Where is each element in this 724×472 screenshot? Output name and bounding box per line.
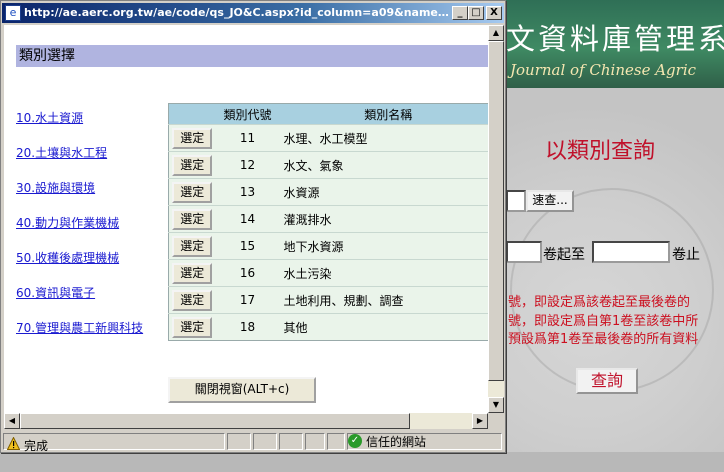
background-bottom-strip [0,452,724,472]
category-code: 14 [215,205,280,233]
column-header: 類別名稱 [279,103,488,125]
vertical-scrollbar[interactable]: ▲ ▼ [488,25,504,413]
select-button[interactable]: 選定 [172,289,213,311]
select-button[interactable]: 選定 [172,316,213,338]
category-link[interactable]: 10.水土資源 [16,109,83,126]
category-code: 15 [215,232,280,260]
status-cell [279,433,303,450]
category-name: 水理、水工模型 [279,124,488,152]
category-link[interactable]: 70.管理與農工新興科技 [16,319,143,336]
window-title: http://ae.aerc.org.tw/ae/code/qs_JO&C.as… [24,6,452,19]
table-row: 選定 17 土地利用、規劃、調查 [168,286,488,314]
query-by-category-heading: 以類別查詢 [545,139,656,164]
window-titlebar[interactable]: e http://ae.aerc.org.tw/ae/code/qs_JO&C.… [2,3,504,23]
category-name: 土地利用、規劃、調查 [279,286,488,314]
category-code: 11 [215,124,280,152]
status-text-cell: 完成 [3,433,225,453]
category-name: 水文、氣象 [279,151,488,179]
category-code: 16 [215,259,280,287]
category-name: 其他 [279,313,488,341]
table-row: 選定 14 灌溉排水 [168,205,488,233]
trusted-site-icon: ✓ [348,434,362,448]
status-cell [327,433,345,450]
site-banner: 文資料庫管理系 Journal of Chinese Agric [500,0,724,88]
scrollbar-corner [488,413,504,429]
maximize-button[interactable]: □ [468,6,484,20]
quick-search-button[interactable]: 速查... [526,190,574,212]
select-button[interactable]: 選定 [172,262,213,284]
volume-to-label: 卷止 [672,247,700,263]
site-title-cn: 文資料庫管理系 [506,22,724,56]
select-button[interactable]: 選定 [172,208,213,230]
column-header [168,103,216,125]
select-button[interactable]: 選定 [172,235,213,257]
category-code: 17 [215,286,280,314]
category-popup-window: e http://ae.aerc.org.tw/ae/code/qs_JO&C.… [0,0,506,453]
volume-from-label: 卷起至 [543,247,585,263]
category-link[interactable]: 40.動力與作業機械 [16,214,119,231]
category-name: 灌溉排水 [279,205,488,233]
note-line: 號，即設定爲該卷起至最後卷的 [508,295,691,310]
status-cell [253,433,277,450]
section-title: 類別選擇 [16,45,488,67]
category-input[interactable] [506,190,526,212]
table-row: 選定 18 其他 [168,313,488,341]
category-link[interactable]: 20.土壤與水工程 [16,144,107,161]
security-zone-label: 信任的網站 [366,435,427,449]
status-cell [305,433,325,450]
horizontal-scroll-thumb[interactable] [20,413,410,429]
status-done: 完成 [24,439,49,453]
scroll-up-arrow-icon[interactable]: ▲ [488,25,504,41]
close-popup-button[interactable]: 關閉視窗(ALT+c) [168,377,316,403]
site-title-en: Journal of Chinese Agric [510,61,697,79]
category-name: 水資源 [279,178,488,206]
close-window-button[interactable]: X [486,6,502,20]
status-cell [227,433,251,450]
category-link[interactable]: 60.資訊與電子 [16,284,95,301]
column-header: 類別代號 [215,103,280,125]
popup-content: 類別選擇 10.水土資源 20.土壤與水工程 30.設施與環境 40.動力與作業… [4,25,488,413]
category-link[interactable]: 50.收穫後處理機械 [16,249,119,266]
query-button[interactable]: 查詢 [576,368,638,394]
note-line: 預設爲第1卷至最後卷的所有資料 [508,332,699,347]
table-row: 選定 13 水資源 [168,178,488,206]
warning-icon [7,437,20,450]
table-row: 選定 15 地下水資源 [168,232,488,260]
volume-from-input[interactable] [506,241,542,263]
category-name: 水土污染 [279,259,488,287]
scroll-down-arrow-icon[interactable]: ▼ [488,397,504,413]
select-button[interactable]: 選定 [172,127,213,149]
table-row: 選定 11 水理、水工模型 [168,124,488,152]
category-code: 12 [215,151,280,179]
table-header-row: 類別代號 類別名稱 [168,103,488,125]
subcategory-table: 類別代號 類別名稱 選定 11 水理、水工模型 選定 12 水文、氣象 選定 1… [168,103,488,341]
ie-page-icon: e [5,5,21,21]
category-code: 13 [215,178,280,206]
note-line: 號，即設定爲自第1卷至該卷中所 [508,314,699,329]
scroll-right-arrow-icon[interactable]: ▶ [472,413,488,429]
table-row: 選定 16 水土污染 [168,259,488,287]
horizontal-scrollbar[interactable]: ◀ ▶ [4,413,488,429]
status-bar: 完成 [2,431,504,453]
volume-to-input[interactable] [592,241,670,263]
select-button[interactable]: 選定 [172,154,213,176]
select-button[interactable]: 選定 [172,181,213,203]
table-row: 選定 12 水文、氣象 [168,151,488,179]
category-link[interactable]: 30.設施與環境 [16,179,95,196]
category-code: 18 [215,313,280,341]
vertical-scroll-thumb[interactable] [488,41,504,381]
category-name: 地下水資源 [279,232,488,260]
scroll-left-arrow-icon[interactable]: ◀ [4,413,20,429]
minimize-button[interactable]: _ [452,6,468,20]
